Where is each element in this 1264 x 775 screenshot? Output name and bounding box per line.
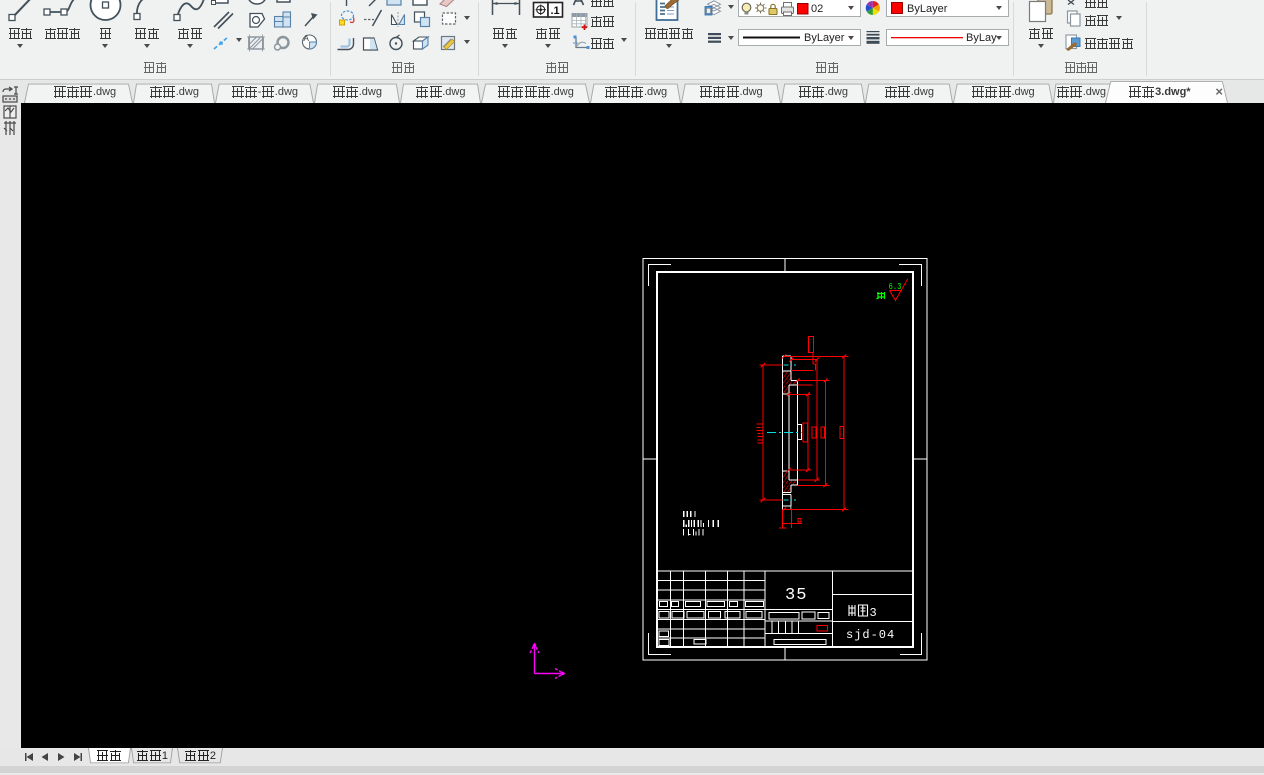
svg-text:sjd-04: sjd-04 bbox=[846, 628, 895, 642]
svg-text:.1: .1 bbox=[551, 5, 560, 17]
svg-text:A: A bbox=[304, 34, 310, 43]
svg-text:6.3: 6.3 bbox=[889, 282, 902, 292]
svg-text:3: 3 bbox=[870, 606, 877, 620]
svg-text:35: 35 bbox=[785, 586, 807, 605]
